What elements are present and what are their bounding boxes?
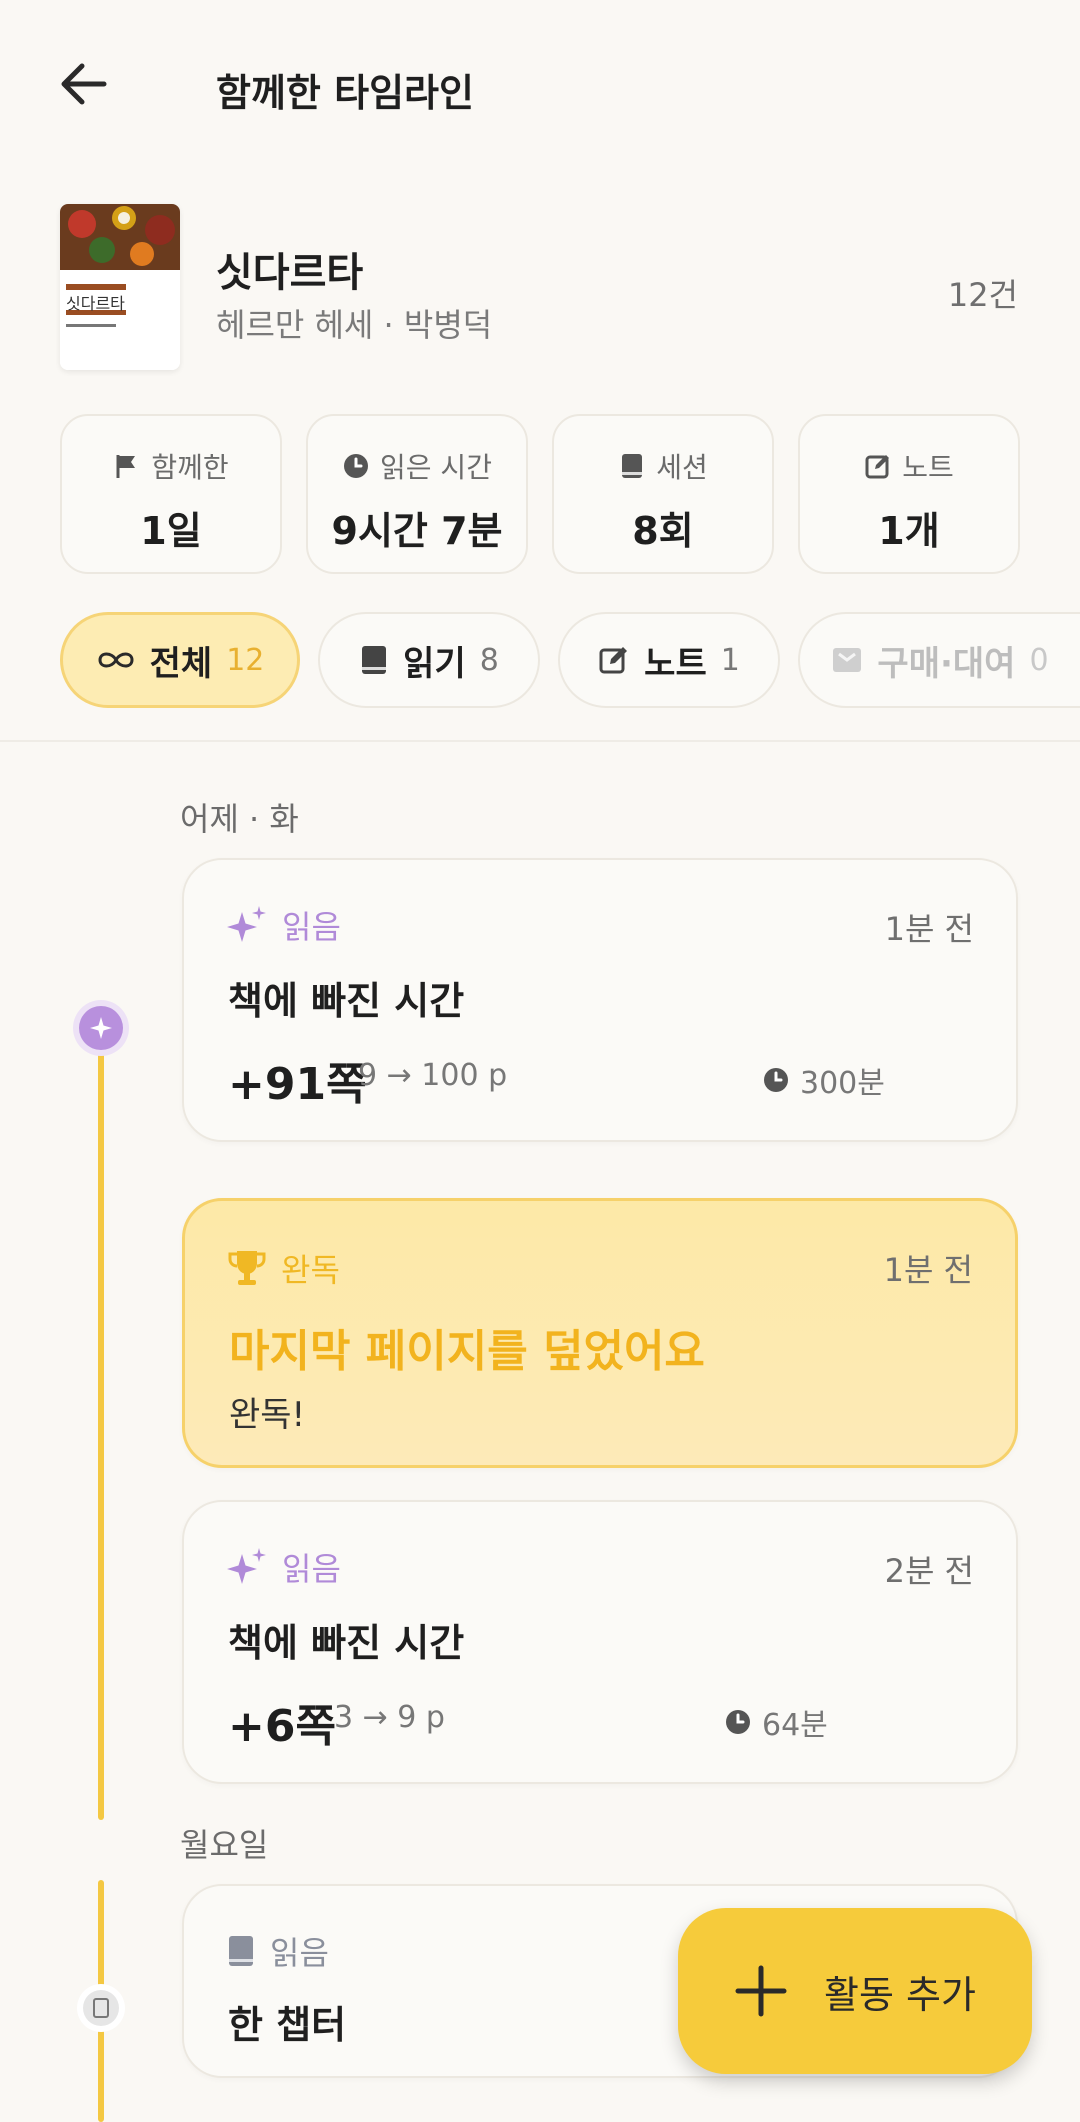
divider — [0, 740, 1080, 742]
stat-notes: 노트 1개 — [798, 414, 1020, 574]
pages-read: +6쪽 — [228, 1701, 336, 1752]
chip-label: 구매·대여 — [877, 643, 1016, 684]
book-icon — [93, 1998, 109, 2018]
stat-value: 1개 — [878, 509, 940, 553]
flag-icon — [116, 455, 136, 478]
timeline-line — [98, 1040, 104, 1820]
book-author: 헤르만 헤세 · 박병덕 — [216, 306, 493, 344]
edit-icon — [865, 455, 890, 479]
stat-value: 9시간 7분 — [331, 509, 503, 553]
stat-label: 읽은 시간 — [380, 451, 492, 484]
book-title: 싯다르타 — [216, 250, 364, 296]
timeline-node-book — [83, 1990, 119, 2026]
stat-label: 노트 — [902, 451, 954, 484]
chip-label: 읽기 — [403, 643, 466, 684]
trophy-icon — [228, 1251, 266, 1285]
card-subtitle: 완독! — [229, 1395, 306, 1435]
arrow-left-icon — [61, 63, 107, 105]
back-button[interactable] — [52, 52, 116, 116]
chip-label: 전체 — [149, 643, 213, 684]
stat-label: 세션 — [656, 451, 708, 484]
stat-sessions: 세션 8회 — [552, 414, 774, 574]
card-title: 한 챕터 — [228, 2003, 347, 2047]
day-label-monday: 월요일 — [180, 1826, 269, 1864]
filter-chip-reading[interactable]: 읽기 8 — [318, 612, 540, 708]
add-activity-button[interactable]: 활동 추가 — [678, 1908, 1032, 2074]
filter-chip-purchase[interactable]: 구매·대여 0 — [798, 612, 1080, 708]
add-activity-label: 활동 추가 — [824, 1972, 976, 2017]
stat-value: 8회 — [632, 509, 694, 553]
stat-label: 함께한 — [151, 451, 229, 484]
timeline-card-reading[interactable]: 읽음 1분 전 책에 빠진 시간 +91쪽 9 → 100 p 300분 — [182, 858, 1018, 1142]
page-title: 함께한 타임라인 — [216, 71, 474, 115]
chip-label: 노트 — [644, 643, 707, 684]
book-icon — [229, 1936, 253, 1966]
card-type-label: 읽음 — [282, 908, 341, 946]
timeline-card-reading[interactable]: 읽음 2분 전 책에 빠진 시간 +6쪽 3 → 9 p 64분 — [182, 1500, 1018, 1784]
infinity-icon — [98, 652, 134, 668]
clock-icon — [726, 1710, 750, 1734]
timeline-card-complete[interactable]: 완독 1분 전 마지막 페이지를 덮었어요 완독! — [182, 1198, 1018, 1468]
card-time: 2분 전 — [884, 1552, 974, 1590]
card-type-label: 완독 — [281, 1251, 340, 1289]
reading-duration: 64분 — [762, 1708, 828, 1743]
book-icon — [622, 454, 643, 478]
pages-read: +91쪽 — [228, 1059, 367, 1110]
chip-count: 0 — [1029, 642, 1049, 678]
page-range: 3 → 9 p — [334, 1700, 445, 1735]
stat-together: 함께한 1일 — [60, 414, 282, 574]
clock-icon — [344, 454, 369, 478]
book-cover: 싯다르타 — [60, 204, 180, 370]
chip-count: 8 — [479, 642, 499, 678]
reading-duration: 300분 — [800, 1066, 885, 1101]
card-title: 마지막 페이지를 덮었어요 — [229, 1326, 705, 1377]
card-type-label: 읽음 — [282, 1550, 341, 1588]
stat-value: 1일 — [140, 509, 202, 553]
card-title: 책에 빠진 시간 — [228, 979, 465, 1023]
activity-count: 12건 — [947, 276, 1018, 314]
sparkle-icon — [227, 906, 266, 942]
chip-count: 1 — [720, 642, 740, 678]
card-time: 1분 전 — [884, 910, 974, 948]
plus-icon — [735, 1965, 787, 2017]
page-range: 9 → 100 p — [358, 1058, 508, 1093]
book-icon — [362, 646, 387, 674]
day-label-yesterday: 어제 · 화 — [180, 800, 299, 838]
filter-chip-notes[interactable]: 노트 1 — [558, 612, 780, 708]
sparkle-icon — [227, 1548, 266, 1584]
card-time: 1분 전 — [883, 1251, 973, 1289]
filter-chip-all[interactable]: 전체 12 — [60, 612, 300, 708]
timeline-node-sparkle — [79, 1006, 123, 1050]
bag-icon — [833, 648, 862, 672]
clock-icon — [764, 1068, 788, 1092]
cover-title: 싯다르타 — [66, 294, 125, 313]
card-type-label: 읽음 — [270, 1934, 329, 1972]
sparkle-icon — [90, 1017, 112, 1039]
chip-count: 12 — [226, 642, 265, 678]
card-title: 책에 빠진 시간 — [228, 1621, 465, 1665]
edit-icon — [599, 647, 628, 674]
stat-reading-time: 읽은 시간 9시간 7분 — [306, 414, 528, 574]
